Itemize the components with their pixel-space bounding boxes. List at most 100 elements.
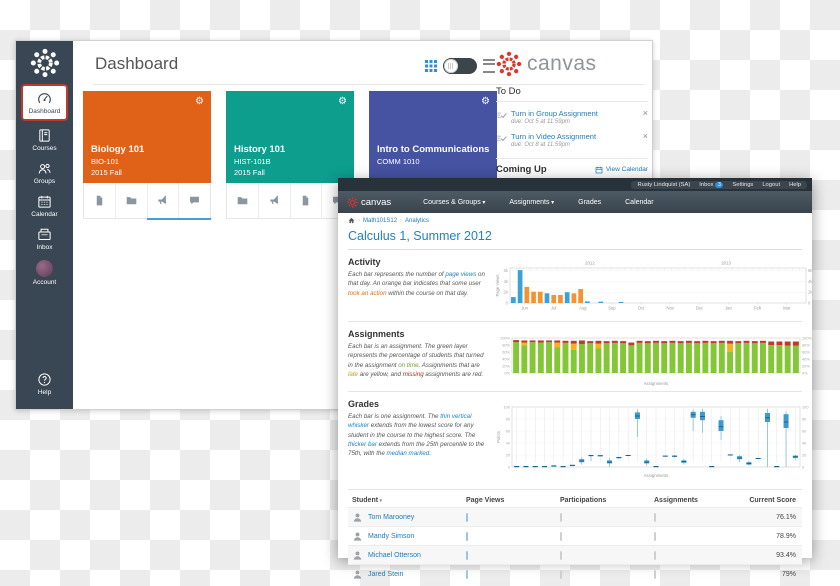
main-navbar: canvas Courses & Groups Assignments Grad… xyxy=(338,191,812,213)
student-link[interactable]: Jared Stein xyxy=(368,571,403,578)
breadcrumb-course[interactable]: Math101S12 xyxy=(363,218,397,224)
global-nav-sidebar: Dashboard Courses Groups Calendar Inbox … xyxy=(16,41,73,409)
svg-text:0%: 0% xyxy=(802,371,808,376)
grid-view-icon[interactable] xyxy=(425,60,437,72)
canvas-brand: canvas xyxy=(496,51,648,77)
svg-text:60: 60 xyxy=(802,429,807,434)
calendar-icon xyxy=(37,194,52,209)
view-toggle-switch[interactable] xyxy=(443,58,477,74)
svg-text:80%: 80% xyxy=(502,343,510,348)
course-card-header: ⚙ Biology 101 BIO-101 2015 Fall xyxy=(83,91,211,183)
student-table: Student Page Views Participations Assign… xyxy=(348,493,802,583)
assignments-tab[interactable] xyxy=(291,183,323,218)
section-description: Each bar is an assignment. The green lay… xyxy=(348,342,486,379)
course-code: BIO-101 xyxy=(91,157,119,166)
svg-text:0: 0 xyxy=(508,465,511,470)
col-page-views[interactable]: Page Views xyxy=(466,497,560,504)
todo-due-date: due: Oct 5 at 11:59pm xyxy=(511,119,643,125)
course-card-history[interactable]: ⚙ History 101 HIST-101B 2015 Fall xyxy=(226,91,354,219)
canvas-brand[interactable]: canvas xyxy=(347,197,391,208)
gear-icon[interactable]: ⚙ xyxy=(481,96,490,107)
sidebar-item-groups[interactable]: Groups xyxy=(16,157,73,190)
svg-text:Oct: Oct xyxy=(638,306,645,311)
col-assignments[interactable]: Assignments xyxy=(654,497,748,504)
todo-link[interactable]: Turn in Video Assignment xyxy=(511,132,643,141)
user-menu[interactable]: Rusty Lindquist (SA) xyxy=(637,182,690,188)
nav-assignments[interactable]: Assignments xyxy=(509,199,554,206)
grades-section: Grades Each bar is one assignment. The t… xyxy=(348,392,802,490)
course-name: History 101 xyxy=(234,144,285,155)
nav-grades[interactable]: Grades xyxy=(578,199,601,206)
svg-text:40%: 40% xyxy=(802,357,810,362)
course-code: HIST-101B xyxy=(234,157,271,166)
list-view-icon[interactable] xyxy=(483,59,495,73)
nav-courses-groups[interactable]: Courses & Groups xyxy=(423,199,485,206)
settings-link[interactable]: Settings xyxy=(732,182,753,188)
megaphone-icon xyxy=(157,195,168,206)
help-link[interactable]: Help xyxy=(789,182,801,188)
col-current-score[interactable]: Current Score xyxy=(748,497,802,504)
canvas-logo-icon xyxy=(30,48,60,78)
student-link[interactable]: Mandy Simson xyxy=(368,533,414,540)
svg-text:0: 0 xyxy=(506,301,509,306)
student-link[interactable]: Tom Marooney xyxy=(368,514,414,521)
sidebar-item-help[interactable]: Help xyxy=(16,368,73,401)
todo-link[interactable]: Turn in Group Assignment xyxy=(511,109,643,118)
todo-sidebar: canvas To Do Turn in Group Assignment du… xyxy=(496,41,648,175)
inline-link[interactable]: thicker bar xyxy=(348,441,377,448)
col-student[interactable]: Student xyxy=(348,497,466,504)
sidebar-item-account[interactable]: Account xyxy=(16,256,73,291)
todo-due-date: due: Oct 8 at 11:59pm xyxy=(511,142,643,148)
close-icon[interactable]: × xyxy=(643,109,648,125)
svg-text:2013: 2013 xyxy=(721,261,731,266)
sidebar-item-label: Calendar xyxy=(16,211,73,218)
analytics-window: Rusty Lindquist (SA) Inbox3 Settings Log… xyxy=(338,178,812,558)
svg-text:80: 80 xyxy=(802,417,807,422)
coming-up-row: Coming Up View Calendar xyxy=(496,158,648,175)
close-icon[interactable]: × xyxy=(643,132,648,148)
course-card-biology[interactable]: ⚙ Biology 101 BIO-101 2015 Fall xyxy=(83,91,211,219)
inline-link[interactable]: page views xyxy=(445,271,476,278)
logout-link[interactable]: Logout xyxy=(762,182,780,188)
inline-link[interactable]: missing xyxy=(403,371,424,378)
sidebar-item-label: Inbox xyxy=(16,244,73,251)
current-score: 78.9% xyxy=(748,533,802,540)
svg-text:4k: 4k xyxy=(504,279,509,284)
course-card-footer xyxy=(83,183,211,219)
sidebar-item-inbox[interactable]: Inbox xyxy=(16,223,73,256)
svg-text:0: 0 xyxy=(808,301,811,306)
nav-calendar[interactable]: Calendar xyxy=(625,199,653,206)
inline-link[interactable]: median marked xyxy=(387,450,430,457)
assignments-tab[interactable] xyxy=(84,183,116,218)
inline-link[interactable]: on time xyxy=(398,362,418,369)
files-tab[interactable] xyxy=(116,183,148,218)
toggle-knob xyxy=(444,59,458,73)
svg-text:Page Views: Page Views xyxy=(495,274,500,296)
sidebar-item-label: Groups xyxy=(16,178,73,185)
inline-link[interactable]: late xyxy=(348,371,358,378)
announcements-tab[interactable] xyxy=(148,183,180,218)
breadcrumb-page[interactable]: Analytics xyxy=(405,218,429,224)
sidebar-item-calendar[interactable]: Calendar xyxy=(16,190,73,223)
sidebar-item-label: Courses xyxy=(16,145,73,152)
col-participations[interactable]: Participations xyxy=(560,497,654,504)
inline-link[interactable]: took an action xyxy=(348,290,387,297)
announcements-tab[interactable] xyxy=(259,183,291,218)
discussions-tab[interactable] xyxy=(179,183,210,218)
users-icon xyxy=(37,161,52,176)
svg-text:100%: 100% xyxy=(802,336,812,341)
table-row: Mandy Simson 78.9% xyxy=(348,526,802,545)
gear-icon[interactable]: ⚙ xyxy=(338,96,347,107)
sidebar-item-dashboard[interactable]: Dashboard xyxy=(21,84,68,121)
view-calendar-link[interactable]: View Calendar xyxy=(595,166,648,174)
gear-icon[interactable]: ⚙ xyxy=(195,96,204,107)
svg-text:2k: 2k xyxy=(808,290,813,295)
inbox-link[interactable]: Inbox3 xyxy=(699,182,723,188)
home-icon[interactable] xyxy=(348,217,355,224)
current-score: 76.1% xyxy=(748,514,802,521)
table-row: Michael Otterson 93.4% xyxy=(348,545,802,564)
files-tab[interactable] xyxy=(227,183,259,218)
student-link[interactable]: Michael Otterson xyxy=(368,552,421,559)
sidebar-item-courses[interactable]: Courses xyxy=(16,124,73,157)
breadcrumb: › Math101S12 › Analytics xyxy=(348,217,802,224)
